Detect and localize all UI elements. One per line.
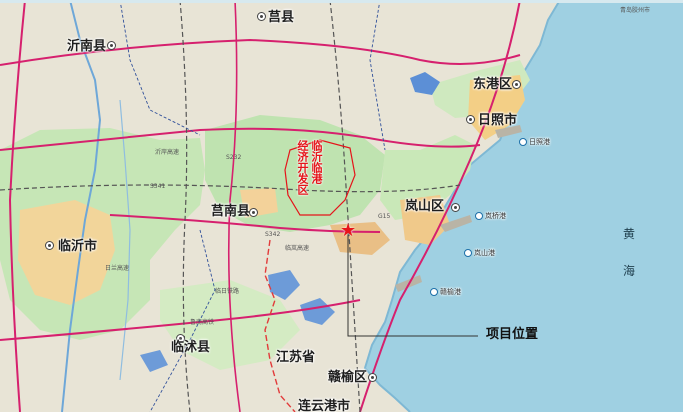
port-icon-ganyu — [430, 288, 438, 296]
label-s232: S232 — [226, 154, 242, 161]
label-linyi[interactable]: 临沂市 — [58, 240, 97, 253]
label-yigan: 沂岸高速 — [155, 149, 180, 156]
label-zone-line-2: 经济开发区 — [296, 140, 309, 195]
label-donggang[interactable]: 东港区 — [473, 78, 512, 91]
label-yinan[interactable]: 沂南县 — [67, 40, 106, 53]
city-icon-ganyu — [368, 373, 377, 382]
project-location-star-icon[interactable]: ★ — [340, 222, 356, 240]
city-icon-yinan — [107, 41, 116, 50]
port-icon-lanqiao — [475, 212, 483, 220]
label-lunan: 鲁南高铁 — [190, 319, 215, 326]
city-icon-rizhao — [466, 115, 475, 124]
label-ganyu[interactable]: 赣榆区 — [328, 371, 367, 384]
city-icon-junanxian — [249, 208, 258, 217]
city-icon-donggang — [512, 80, 521, 89]
map-base-layer — [0, 0, 683, 412]
sea-label-huang: 黄 — [623, 227, 636, 241]
city-icon-lanshan — [451, 203, 460, 212]
top-strip — [0, 0, 683, 3]
label-port-lanshan[interactable]: 岚山港 — [474, 250, 495, 257]
label-port-lanqiao[interactable]: 岚桥港 — [485, 213, 506, 220]
sea-label-hai: 海 — [623, 264, 636, 278]
label-s342: S342 — [265, 231, 281, 238]
label-lianyungang[interactable]: 连云港市 — [298, 400, 350, 412]
label-lanshan[interactable]: 岚山区 — [405, 200, 444, 213]
label-rilan: 日兰高速 — [105, 265, 130, 272]
label-top-right-city: 青岛胶州市 — [620, 7, 651, 14]
label-s341: S341 — [150, 183, 166, 190]
project-callout-label[interactable]: 项目位置 — [486, 328, 538, 341]
city-icon-linyi — [45, 241, 54, 250]
port-icon-rizhao — [519, 138, 527, 146]
label-junanxian[interactable]: 莒南县 — [211, 205, 250, 218]
map-canvas[interactable]: 莒县 沂南县 东港区 日照市 岚山区 莒南县 临沂市 临沭县 江苏省 赣榆区 连… — [0, 0, 683, 412]
label-linrao: 临日铁路 — [215, 288, 240, 295]
label-zone-line-1: 临沂临港 — [310, 140, 323, 184]
label-rizhao[interactable]: 日照市 — [478, 114, 517, 127]
label-junan[interactable]: 莒县 — [268, 11, 294, 24]
city-icon-junan — [257, 12, 266, 21]
label-linlan: 临岚高速 — [285, 245, 310, 252]
port-icon-lanshan — [464, 249, 472, 257]
label-port-ganyu[interactable]: 赣榆港 — [440, 289, 461, 296]
label-linshu[interactable]: 临沭县 — [171, 341, 210, 354]
label-jiangsu[interactable]: 江苏省 — [276, 351, 315, 364]
label-port-rizhao[interactable]: 日照港 — [529, 139, 550, 146]
label-g15: G15 — [378, 213, 391, 220]
